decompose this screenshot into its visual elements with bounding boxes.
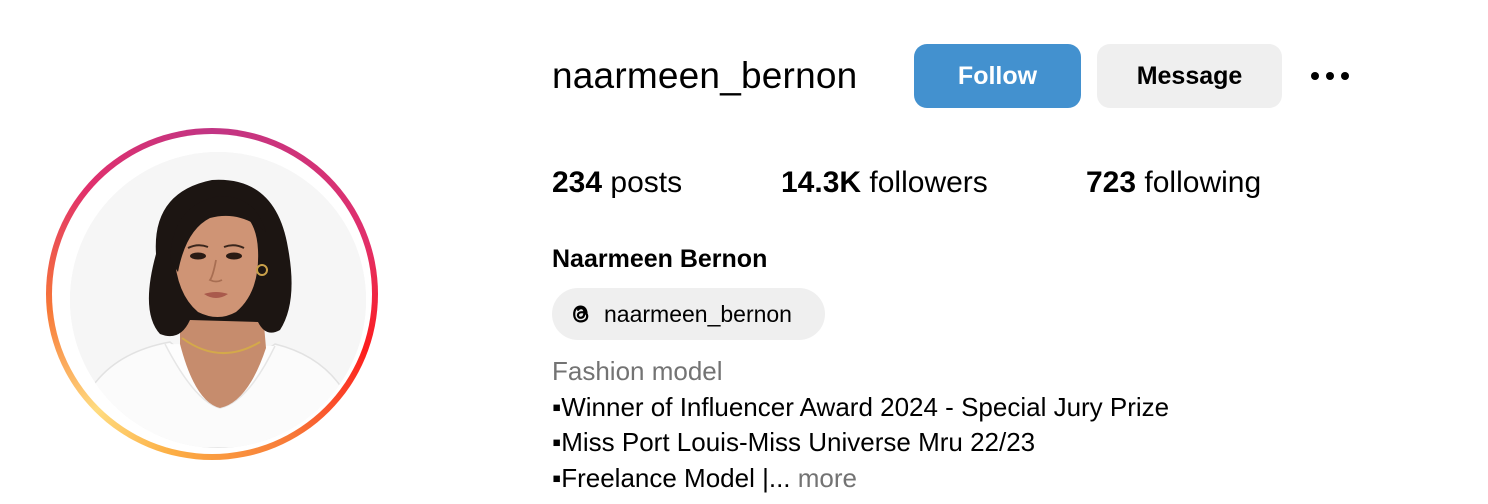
bio-line-truncated: ▪Freelance Model |... more — [552, 461, 857, 495]
posts-count-value: 234 — [552, 166, 603, 199]
following-count-label: following — [1144, 166, 1262, 199]
profile-full-name: Naarmeen Bernon — [552, 245, 768, 273]
posts-count-label: posts — [610, 166, 683, 199]
profile-category: Fashion model — [552, 356, 723, 386]
follow-button[interactable]: Follow — [914, 44, 1081, 108]
followers-count-value: 14.3K — [781, 166, 862, 199]
bio-line-text: ▪Freelance Model |... — [552, 463, 791, 493]
following-count-value: 723 — [1086, 166, 1137, 199]
avatar — [70, 152, 366, 448]
avatar-portrait-image — [70, 152, 366, 448]
profile-username: naarmeen_bernon — [552, 55, 858, 96]
bio-line: ▪Winner of Influencer Award 2024 - Speci… — [552, 392, 1170, 422]
profile-page: naarmeen_bernon Follow Message 234 posts… — [0, 0, 1488, 504]
following-link[interactable]: 723 following — [1086, 163, 1261, 203]
message-button[interactable]: Message — [1097, 44, 1282, 108]
followers-count-label: followers — [869, 166, 988, 199]
bio-more-link[interactable]: more — [798, 463, 857, 493]
posts-count: 234 posts — [552, 163, 682, 203]
threads-profile-link[interactable]: naarmeen_bernon — [552, 288, 825, 340]
more-options-icon[interactable] — [1302, 56, 1358, 96]
threads-handle: naarmeen_bernon — [604, 300, 792, 327]
avatar-story-ring[interactable] — [46, 128, 378, 460]
followers-link[interactable]: 14.3K followers — [781, 163, 988, 203]
bio-line: ▪Miss Port Louis-Miss Universe Mru 22/23 — [552, 427, 1036, 457]
threads-logo-icon — [573, 305, 589, 323]
